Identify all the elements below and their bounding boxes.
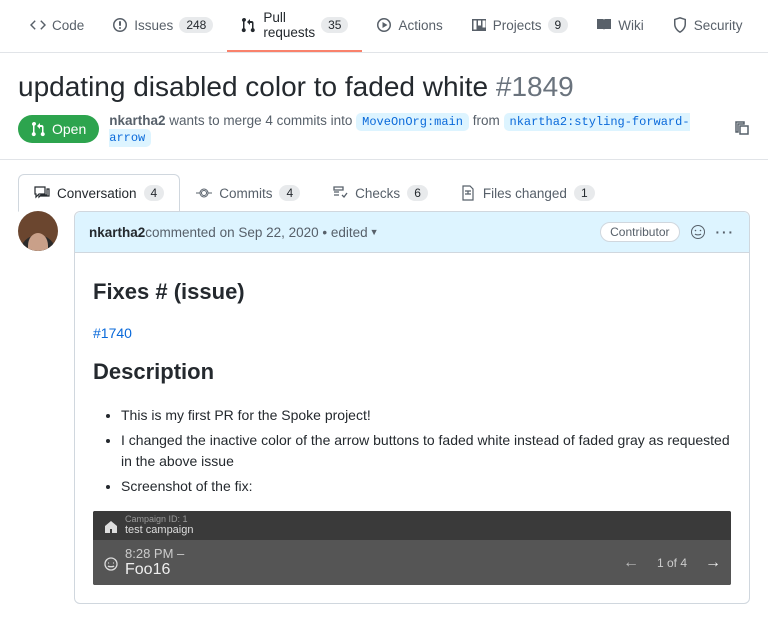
repo-nav: Code Issues 248 Pull requests 35 Actions… [0, 0, 768, 53]
pr-number: #1849 [496, 71, 574, 102]
list-item: I changed the inactive color of the arro… [121, 430, 731, 472]
ss-contact-name: Foo16 [125, 561, 184, 579]
nav-actions[interactable]: Actions [362, 0, 456, 52]
files-count: 1 [574, 185, 595, 201]
state-row: Open nkartha2 wants to merge 4 commits i… [18, 113, 750, 145]
nav-pulls-label: Pull requests [263, 10, 315, 40]
arrow-left-icon: ← [623, 554, 639, 572]
tab-commits-label: Commits [219, 186, 272, 201]
comment-meta: commented on Sep 22, 2020 • edited [145, 225, 367, 240]
nav-wiki-label: Wiki [618, 18, 644, 33]
merge-meta: nkartha2 wants to merge 4 commits into M… [109, 113, 724, 145]
ss-pager-text: 1 of 4 [657, 556, 687, 570]
ss-time: 8:28 PM – [125, 546, 184, 561]
comment-header: nkartha2 commented on Sep 22, 2020 • edi… [75, 212, 749, 253]
commits-count: 4 [279, 185, 300, 201]
comment-header-actions: Contributor ··· [600, 222, 735, 242]
code-icon [30, 17, 46, 33]
nav-issues[interactable]: Issues 248 [98, 0, 227, 52]
nav-projects[interactable]: Projects 9 [457, 0, 582, 52]
list-item: This is my first PR for the Spoke projec… [121, 405, 731, 426]
base-branch[interactable]: MoveOnOrg:main [356, 113, 469, 131]
nav-code-label: Code [52, 18, 84, 33]
play-icon [376, 17, 392, 33]
pr-header: updating disabled color to faded white #… [0, 53, 768, 160]
tab-conversation-label: Conversation [57, 186, 137, 201]
home-icon [103, 519, 117, 533]
nav-security-label: Security [694, 18, 743, 33]
nav-issues-label: Issues [134, 18, 173, 33]
description-list: This is my first PR for the Spoke projec… [93, 405, 731, 497]
state-label: Open [52, 121, 86, 137]
pr-author[interactable]: nkartha2 [109, 113, 165, 128]
nav-code[interactable]: Code [16, 0, 98, 52]
comment-author[interactable]: nkartha2 [89, 225, 145, 240]
pulls-count: 35 [321, 17, 348, 33]
nav-wiki[interactable]: Wiki [582, 0, 658, 52]
git-pull-request-icon [241, 17, 257, 33]
issues-count: 248 [179, 17, 213, 33]
role-badge: Contributor [600, 222, 679, 242]
tab-conversation[interactable]: Conversation 4 [18, 174, 180, 212]
book-icon [596, 17, 612, 33]
list-item: Screenshot of the fix: [121, 476, 731, 497]
comment-box: nkartha2 commented on Sep 22, 2020 • edi… [74, 211, 750, 604]
pr-tabs: Conversation 4 Commits 4 Checks 6 Files … [0, 174, 768, 212]
state-badge-open: Open [18, 115, 99, 143]
tab-commits[interactable]: Commits 4 [180, 174, 316, 212]
merge-text-a: wants to merge 4 commits into [169, 113, 352, 128]
comment-body: Fixes # (issue) #1740 Description This i… [75, 253, 749, 603]
git-commit-icon [196, 185, 212, 201]
embedded-screenshot: Campaign ID: 1 test campaign 8:28 PM – F… [93, 511, 731, 585]
issue-icon [112, 17, 128, 33]
copy-icon[interactable] [734, 120, 750, 139]
tab-checks-label: Checks [355, 186, 400, 201]
pr-title: updating disabled color to faded white #… [18, 71, 750, 103]
git-pull-request-icon [31, 121, 47, 137]
description-heading: Description [93, 359, 731, 393]
nav-actions-label: Actions [398, 18, 442, 33]
ss-campaign-name: test campaign [125, 524, 193, 536]
arrow-right-icon: → [705, 554, 721, 572]
tab-checks[interactable]: Checks 6 [316, 174, 444, 212]
nav-projects-label: Projects [493, 18, 542, 33]
kebab-icon[interactable]: ··· [716, 225, 736, 240]
avatar[interactable] [18, 211, 58, 251]
checklist-icon [332, 185, 348, 201]
pr-title-text: updating disabled color to faded white [18, 71, 488, 102]
fixes-heading: Fixes # (issue) [93, 279, 731, 313]
ss-pager: ← 1 of 4 → [623, 554, 721, 572]
nav-security[interactable]: Security [658, 0, 757, 52]
merge-text-b: from [473, 113, 500, 128]
smiley-icon[interactable] [690, 224, 706, 240]
linked-issue[interactable]: #1740 [93, 325, 132, 341]
project-icon [471, 17, 487, 33]
tab-files-label: Files changed [483, 186, 567, 201]
nav-pulls[interactable]: Pull requests 35 [227, 0, 362, 52]
ss-top-bar: Campaign ID: 1 test campaign [93, 511, 731, 540]
ss-campaign-id: Campaign ID: 1 [125, 515, 193, 524]
content-area: nkartha2 commented on Sep 22, 2020 • edi… [0, 211, 768, 620]
comment-discussion-icon [34, 185, 50, 201]
checks-count: 6 [407, 185, 428, 201]
shield-icon [672, 17, 688, 33]
tab-files[interactable]: Files changed 1 [444, 174, 611, 212]
file-diff-icon [460, 185, 476, 201]
face-icon [103, 556, 117, 570]
conversation-count: 4 [144, 185, 165, 201]
projects-count: 9 [548, 17, 569, 33]
edited-dropdown[interactable]: ▼ [370, 227, 379, 237]
ss-mid-bar: 8:28 PM – Foo16 ← 1 of 4 → [93, 540, 731, 585]
